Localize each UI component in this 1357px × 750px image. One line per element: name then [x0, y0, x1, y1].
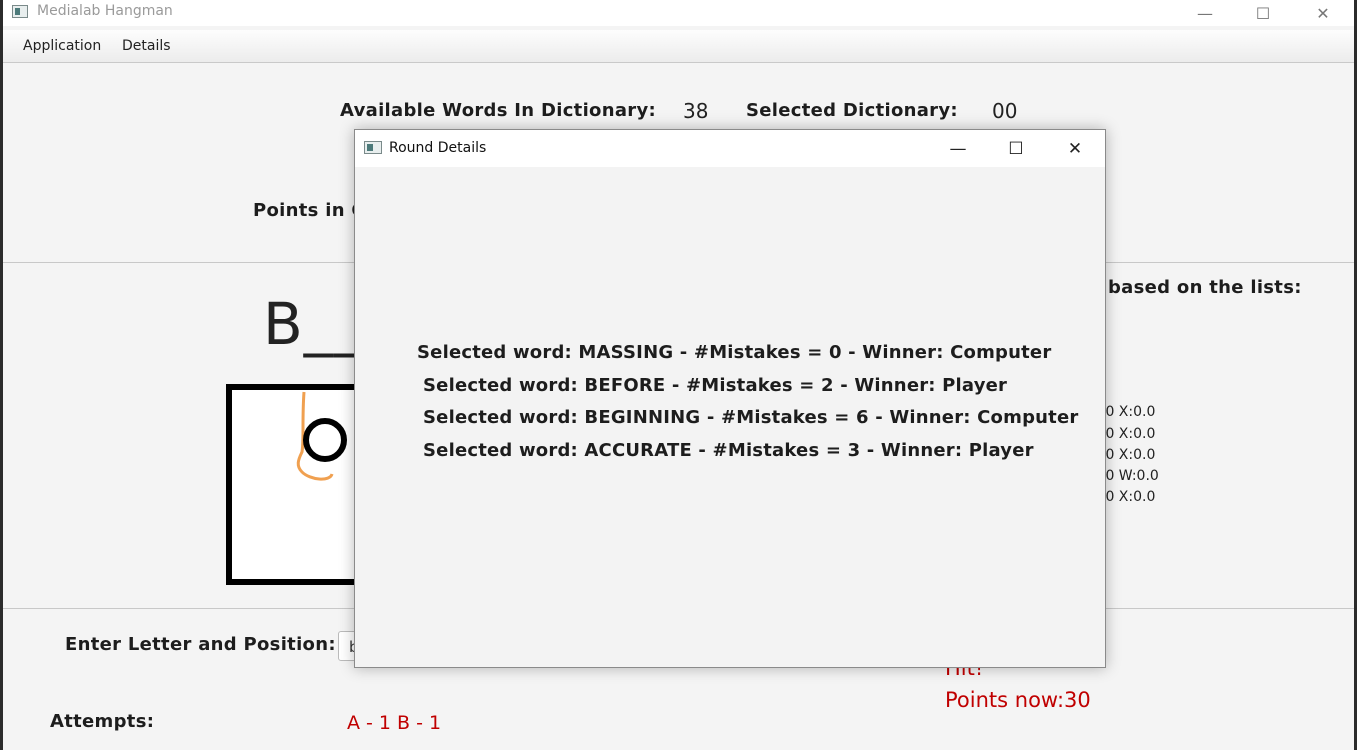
close-button[interactable]: ✕ [1300, 0, 1346, 26]
list-line: .0 X:0.0 [1101, 404, 1156, 420]
lists-title: based on the lists: [1108, 277, 1302, 298]
round-row: Selected word: BEFORE - #Mistakes = 2 - … [423, 375, 1008, 396]
app-window-icon [12, 5, 28, 18]
dialog-close-button[interactable]: ✕ [1052, 130, 1098, 167]
title-bar: Medialab Hangman — ☐ ✕ [3, 0, 1354, 26]
enter-letter-label: Enter Letter and Position: [65, 634, 336, 655]
round-row: Selected word: BEGINNING - #Mistakes = 6… [423, 407, 1079, 428]
hangman-figure [296, 391, 347, 481]
dialog-maximize-button[interactable]: ☐ [993, 130, 1039, 167]
window-title: Medialab Hangman [37, 3, 173, 19]
attempts-value: A - 1 B - 1 [347, 712, 442, 734]
minimize-button[interactable]: — [1182, 0, 1228, 26]
available-words-value: 38 [683, 99, 709, 123]
list-line: .0 W:0.0 [1101, 468, 1159, 484]
menu-application[interactable]: Application [23, 38, 101, 54]
menu-bar: Application Details [3, 30, 1354, 63]
list-line: .0 X:0.0 [1101, 426, 1156, 442]
round-row: Selected word: ACCURATE - #Mistakes = 3 … [423, 440, 1034, 461]
selected-dictionary-value: 00 [992, 99, 1018, 123]
dialog-window-icon [364, 141, 382, 154]
round-row: Selected word: MASSING - #Mistakes = 0 -… [417, 342, 1052, 363]
attempts-label: Attempts: [50, 711, 155, 732]
points-now: Points now:30 [945, 688, 1091, 712]
hangman-drawing [226, 384, 366, 585]
list-line: .0 X:0.0 [1101, 447, 1156, 463]
list-line: .0 X:0.0 [1101, 489, 1156, 505]
selected-dictionary-label: Selected Dictionary: [746, 100, 958, 121]
points-label: Points in C [253, 200, 365, 221]
dialog-title: Round Details [389, 140, 487, 156]
available-words-label: Available Words In Dictionary: [340, 100, 656, 121]
rope [296, 391, 334, 481]
hangman-head [303, 418, 347, 462]
dialog-title-bar: Round Details — ☐ ✕ [355, 130, 1105, 167]
round-details-dialog: Round Details — ☐ ✕ Selected word: MASSI… [354, 129, 1106, 668]
menu-details[interactable]: Details [122, 38, 171, 54]
dialog-minimize-button[interactable]: — [935, 130, 981, 167]
maximize-button[interactable]: ☐ [1240, 0, 1286, 26]
